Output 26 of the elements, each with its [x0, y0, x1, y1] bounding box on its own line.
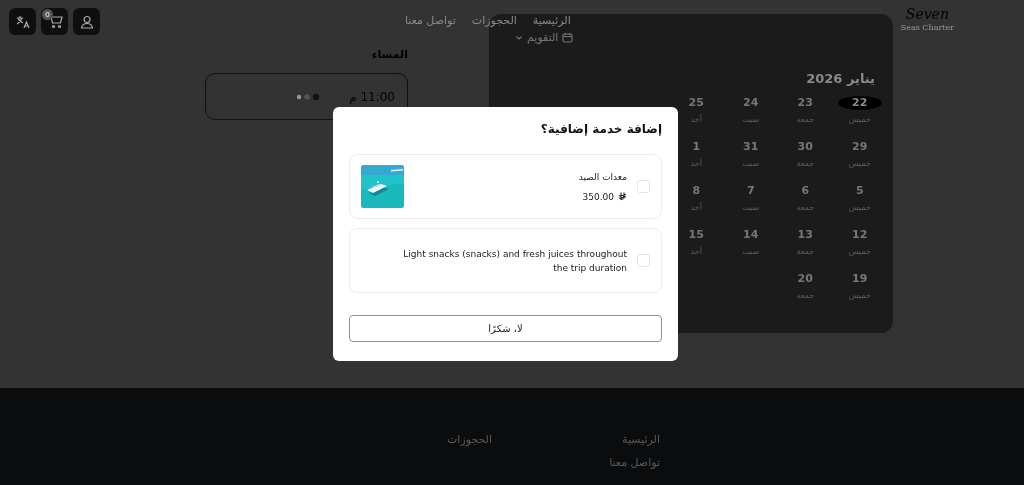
chevron-down-icon	[515, 34, 523, 41]
calendar-toggle[interactable]: التقويم	[515, 31, 574, 44]
translate-button[interactable]	[9, 8, 36, 35]
footer-link[interactable]: الحجوزات	[352, 433, 492, 446]
dismiss-button[interactable]: لا، شكرًا	[349, 315, 662, 342]
account-button[interactable]	[73, 8, 100, 35]
currency-icon	[618, 192, 627, 201]
footer-link[interactable]: تواصل معنا	[520, 456, 660, 469]
user-icon	[79, 14, 94, 29]
cart-button[interactable]: 0	[41, 8, 68, 35]
nav-link[interactable]: تواصل معنا	[404, 14, 456, 27]
nav-link[interactable]: الحجوزات	[471, 14, 517, 27]
cart-badge: 0	[42, 9, 53, 20]
translate-icon	[15, 14, 30, 29]
calendar-icon	[562, 32, 574, 43]
option-name: معدات الصيد	[578, 170, 627, 184]
loading-dots-icon	[296, 92, 320, 101]
checkbox[interactable]	[637, 180, 650, 193]
option-card[interactable]: Light snacks (snacks) and fresh juices throughout the trip duration	[349, 228, 662, 293]
modal-title: إضافة خدمة إضافية؟	[539, 122, 662, 136]
nav-link[interactable]: الرئيسية	[532, 14, 571, 27]
checkbox[interactable]	[637, 254, 650, 267]
footer-link[interactable]: الرئيسية	[520, 433, 660, 446]
month-title: يناير 2026	[805, 71, 876, 86]
option-price: 350.00	[582, 190, 614, 204]
option-name: Light snacks (snacks) and fresh juices throughout the trip duration	[402, 247, 627, 275]
